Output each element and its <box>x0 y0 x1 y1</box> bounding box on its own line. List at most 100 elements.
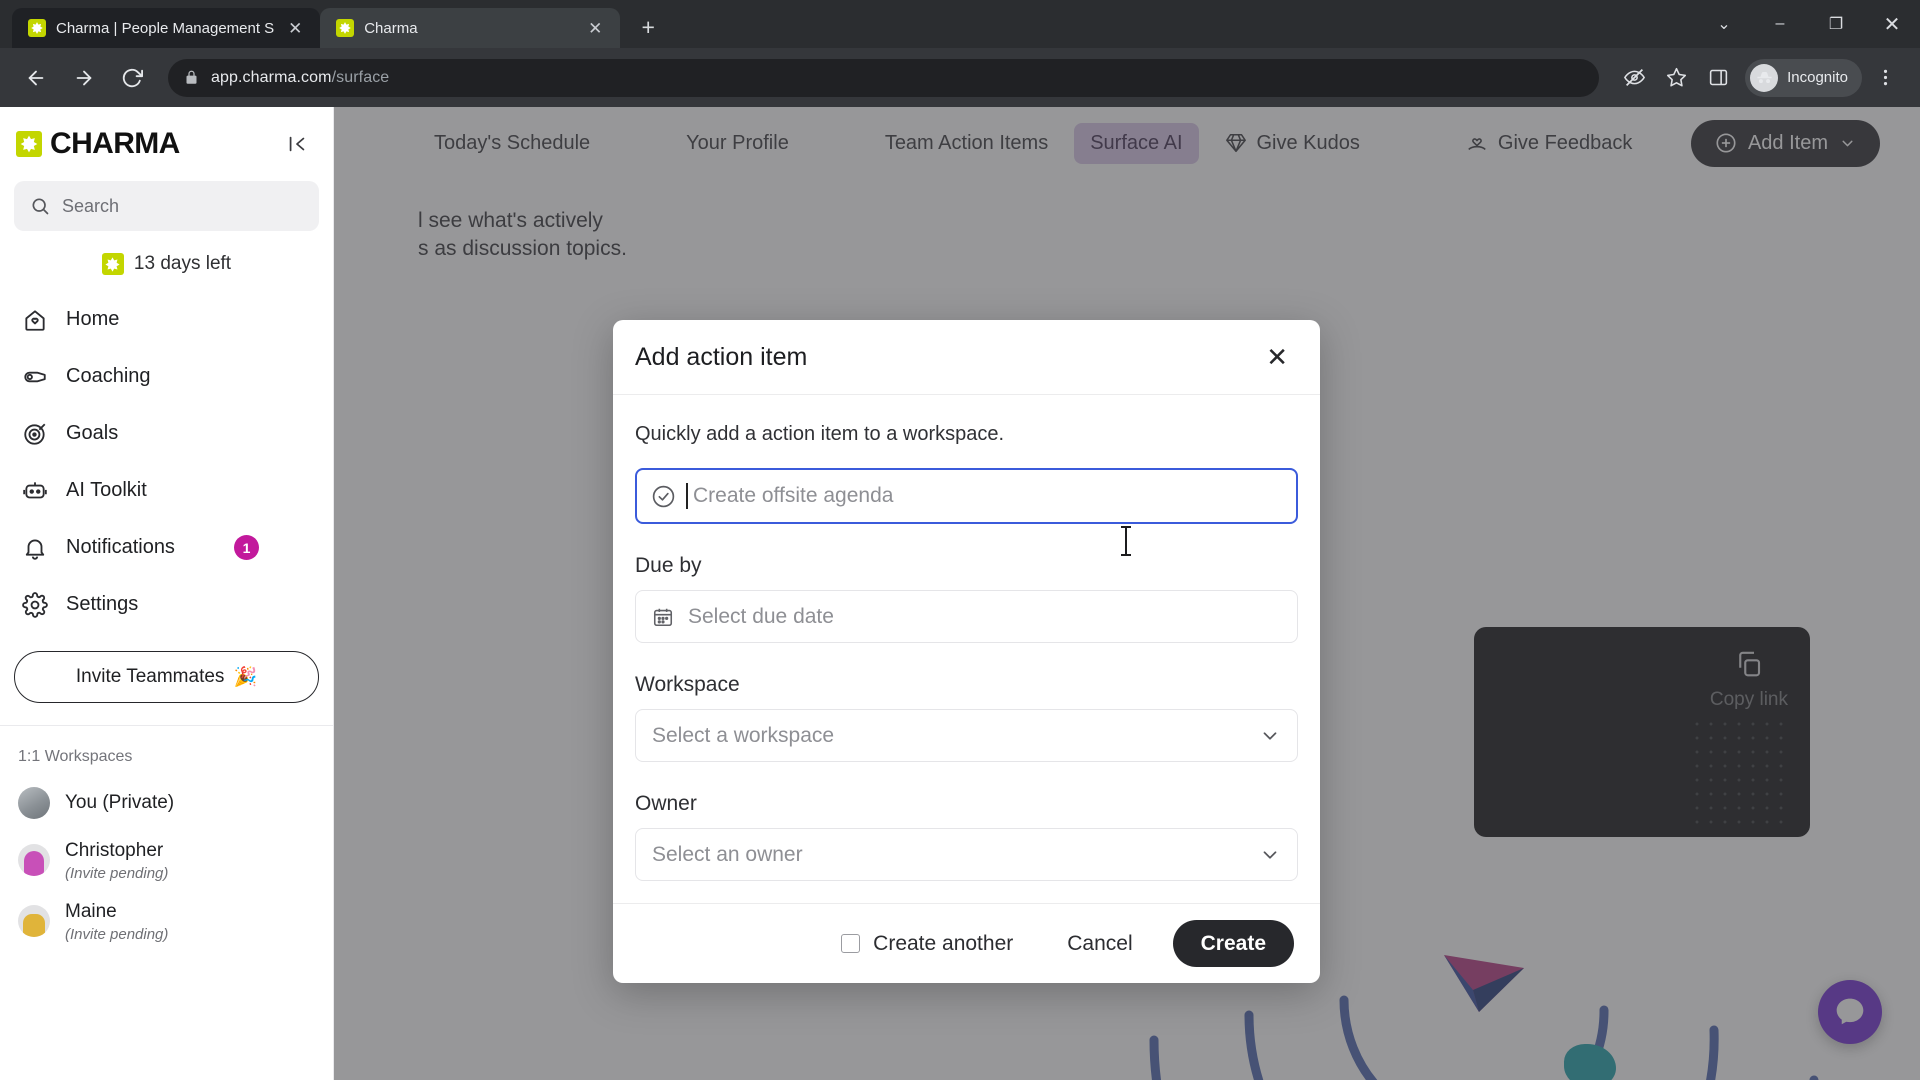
sidebar-item-settings-label: Settings <box>66 593 139 615</box>
workspaces-heading: 1:1 Workspaces <box>18 748 133 765</box>
workspace-select[interactable]: Select a workspace <box>635 709 1298 762</box>
due-date-input[interactable]: Select due date <box>635 590 1298 643</box>
sidebar: CHARMA Search 13 days left Home Coaching… <box>0 107 334 1080</box>
workspace-placeholder: Select a workspace <box>652 723 835 747</box>
action-item-title-input[interactable]: Create offsite agenda <box>635 468 1298 524</box>
create-another-checkbox[interactable]: Create another <box>841 932 1013 956</box>
chevron-down-icon <box>1259 844 1281 866</box>
sidebar-item-home[interactable]: Home <box>0 291 333 348</box>
browser-tab-1-close-icon[interactable]: ✕ <box>284 17 306 39</box>
charma-logo[interactable]: CHARMA <box>16 127 180 161</box>
cancel-button[interactable]: Cancel <box>1067 932 1132 956</box>
sidebar-item-goals-label: Goals <box>66 422 119 444</box>
lock-icon <box>184 70 199 85</box>
back-icon[interactable] <box>16 58 56 98</box>
forward-icon[interactable] <box>64 58 104 98</box>
create-another-label: Create another <box>873 931 1014 955</box>
profile-incognito-chip[interactable]: Incognito <box>1745 58 1862 97</box>
sidebar-item-notifications[interactable]: Notifications 1 <box>0 519 333 576</box>
bookmark-star-icon[interactable] <box>1657 59 1695 97</box>
close-window-button[interactable]: ✕ <box>1864 0 1920 48</box>
profile-incognito-label: Incognito <box>1787 69 1848 86</box>
create-button[interactable]: Create <box>1172 920 1294 967</box>
third-party-cookie-blocked-icon[interactable] <box>1615 59 1653 97</box>
workspace-item-christopher-status: (Invite pending) <box>65 864 169 882</box>
sidebar-item-coaching-label: Coaching <box>66 365 151 387</box>
workspace-item-christopher-name: Christopher <box>65 840 164 861</box>
sidebar-item-coaching[interactable]: Coaching <box>0 348 333 405</box>
sidebar-item-home-label: Home <box>66 308 120 330</box>
gear-icon <box>22 591 48 618</box>
browser-tab-2-title: Charma <box>364 19 418 37</box>
calendar-icon <box>653 608 673 626</box>
add-action-item-modal: Add action item ✕ Quickly add a action i… <box>613 320 1320 983</box>
address-bar-url: app.charma.com/surface <box>211 69 389 87</box>
owner-placeholder: Select an owner <box>652 842 803 866</box>
workspace-label: Workspace <box>635 673 740 696</box>
minimize-button[interactable]: – <box>1752 0 1808 48</box>
workspace-item-maine[interactable]: Maine (Invite pending) <box>0 891 333 952</box>
modal-description: Quickly add a action item to a workspace… <box>635 423 1005 445</box>
sidebar-item-settings[interactable]: Settings <box>0 576 333 633</box>
search-input[interactable]: Search <box>14 181 319 231</box>
avatar <box>18 905 50 938</box>
search-placeholder: Search <box>62 195 120 216</box>
browser-tab-1[interactable]: Charma | People Management S ✕ <box>12 8 321 48</box>
sidebar-header: CHARMA <box>0 107 333 171</box>
chevron-down-icon <box>1259 725 1281 747</box>
charma-star-icon <box>28 19 46 37</box>
modal-header: Add action item ✕ <box>613 320 1320 395</box>
side-panel-icon[interactable] <box>1699 59 1737 97</box>
browser-tab-strip: Charma | People Management S ✕ Charma ✕ … <box>0 0 1920 48</box>
charma-app: CHARMA Search 13 days left Home Coaching… <box>0 107 1920 1080</box>
window-controls: ⌄ – ❐ ✕ <box>1696 0 1920 48</box>
text-cursor-pointer <box>1120 525 1132 557</box>
incognito-avatar-icon <box>1750 63 1779 92</box>
modal-title: Add action item <box>635 342 808 371</box>
browser-tab-2[interactable]: Charma ✕ <box>320 8 621 48</box>
trial-status: 13 days left <box>0 231 333 283</box>
home-icon <box>22 307 48 333</box>
robot-icon <box>22 478 48 504</box>
modal-footer: Create another Cancel Create <box>613 903 1320 983</box>
workspace-item-you-name: You (Private) <box>65 792 175 814</box>
charma-star-icon <box>336 19 355 37</box>
sidebar-nav: Home Coaching Goals AI Toolkit Notificat… <box>0 283 333 633</box>
check-circle-icon <box>651 484 676 509</box>
workspace-item-you[interactable]: You (Private) <box>0 776 333 830</box>
sidebar-item-goals[interactable]: Goals <box>0 405 333 462</box>
browser-window: Charma | People Management S ✕ Charma ✕ … <box>0 0 1920 1080</box>
close-icon[interactable]: ✕ <box>1266 344 1288 370</box>
invite-teammates-button[interactable]: Invite Teammates 🎉 <box>14 651 319 703</box>
owner-label: Owner <box>635 792 697 815</box>
toolbar-right-icons: Incognito <box>1615 58 1904 97</box>
target-icon <box>22 421 48 447</box>
url-path: /surface <box>331 68 390 86</box>
browser-tab-2-close-icon[interactable]: ✕ <box>584 17 606 39</box>
collapse-sidebar-icon[interactable] <box>283 130 311 158</box>
tab-search-icon[interactable]: ⌄ <box>1696 0 1752 48</box>
workspace-item-maine-name: Maine <box>65 900 117 922</box>
chrome-menu-icon[interactable] <box>1866 59 1904 97</box>
owner-select[interactable]: Select an owner <box>635 828 1298 881</box>
notifications-badge: 1 <box>234 535 259 560</box>
bell-icon <box>22 535 48 561</box>
avatar <box>18 787 50 819</box>
sidebar-item-notifications-label: Notifications <box>66 536 175 558</box>
charma-star-icon <box>101 253 124 275</box>
workspace-item-christopher[interactable]: Christopher (Invite pending) <box>0 830 333 891</box>
reload-icon[interactable] <box>112 58 152 98</box>
charma-star-icon <box>16 131 42 157</box>
address-bar[interactable]: app.charma.com/surface <box>168 58 1600 97</box>
checkbox-box[interactable] <box>841 934 861 953</box>
charma-logo-text: CHARMA <box>50 127 180 160</box>
new-tab-button[interactable]: + <box>630 9 666 45</box>
url-host: app.charma.com <box>211 68 332 86</box>
sidebar-item-ai-toolkit[interactable]: AI Toolkit <box>0 462 333 519</box>
browser-tab-1-title: Charma | People Management S <box>56 19 275 37</box>
modal-body: Quickly add a action item to a workspace… <box>613 395 1320 903</box>
workspace-item-maine-status: (Invite pending) <box>65 925 169 943</box>
invite-teammates-label: Invite Teammates <box>75 666 225 687</box>
action-item-title-placeholder: Create offsite agenda <box>693 484 894 507</box>
maximize-button[interactable]: ❐ <box>1808 0 1864 48</box>
